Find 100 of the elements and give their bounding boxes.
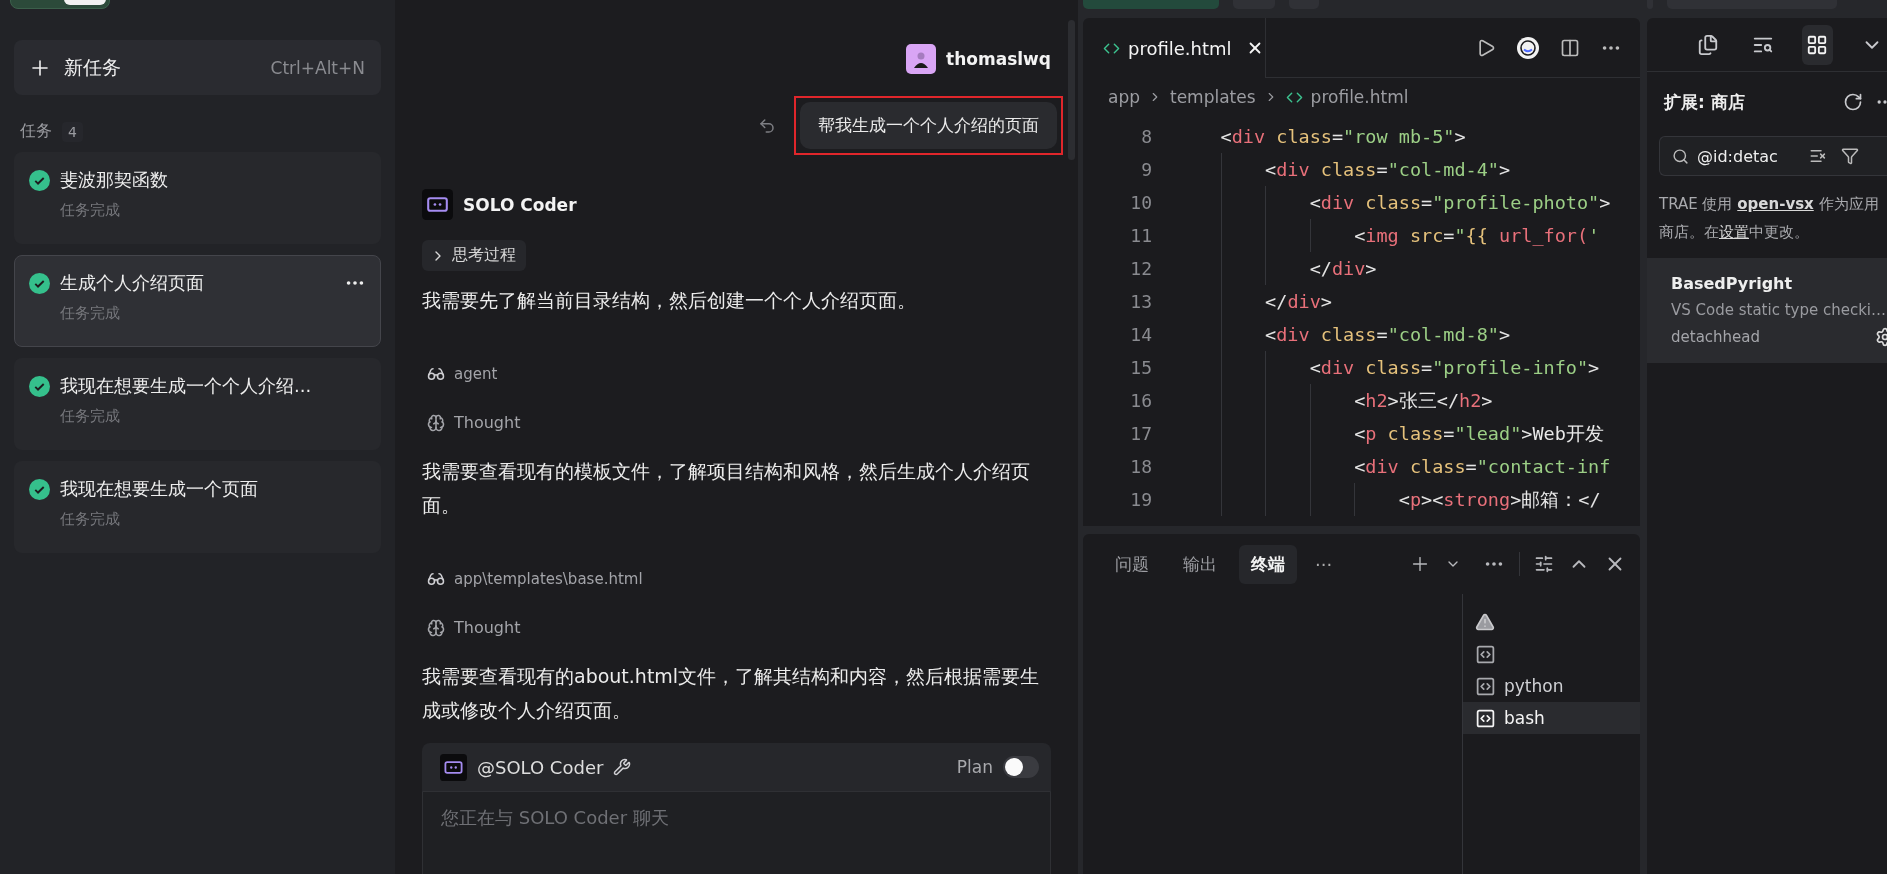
extension-description: VS Code static type checki…: [1671, 301, 1887, 319]
line-number: 16: [1129, 390, 1152, 411]
run-icon[interactable]: [1476, 37, 1496, 58]
thought-label: Thought: [454, 618, 521, 637]
task-title: 斐波那契函数: [60, 168, 168, 192]
code-line: <img src="{{ url_for(': [1354, 225, 1600, 246]
panel-title: 扩展: 商店: [1664, 90, 1745, 114]
agent-mention: @SOLO Coder: [477, 756, 604, 778]
line-number: 8: [1140, 126, 1152, 147]
check-icon: [29, 478, 50, 500]
plan-label: Plan: [956, 757, 993, 777]
notice-link[interactable]: 设置: [1719, 223, 1749, 241]
code-icon: [1475, 643, 1496, 665]
extension-name: BasedPyright: [1671, 274, 1794, 293]
code-line: </div>: [1265, 291, 1332, 312]
user-message: 帮我生成一个个人介绍的页面: [800, 102, 1057, 149]
refresh-icon[interactable]: [1843, 92, 1863, 112]
message-text: 我需要查看现有的about.html文件，了解其结构和内容，然后根据需要生成或修改个人介绍页面。: [422, 664, 1041, 723]
code-icon: [1475, 675, 1496, 697]
tool-label: agent: [454, 365, 498, 383]
overflow-button[interactable]: ···: [1307, 549, 1341, 579]
monitor-icon: [422, 189, 453, 220]
task-status: 任务完成: [59, 201, 121, 220]
line-number: 18: [1129, 456, 1152, 477]
task-title: 我现在想要生成一个页面: [60, 477, 258, 501]
code-icon: [1475, 707, 1496, 729]
terminal-item[interactable]: bash: [1463, 702, 1640, 734]
smile-icon[interactable]: [1516, 35, 1540, 60]
plan-switch[interactable]: [1003, 756, 1039, 778]
line-number: 17: [1129, 423, 1152, 444]
task-title: 生成个人介绍页面: [60, 271, 204, 295]
task-status: 任务完成: [59, 304, 121, 323]
line-number: 12: [1129, 258, 1152, 279]
message-text: 我需要查看现有的模板文件，了解项目结构和风格，然后生成个人介绍页面。: [422, 459, 1031, 518]
line-number: 14: [1129, 324, 1152, 345]
code-line: <p class="lead">Web开发: [1354, 422, 1604, 446]
warning-icon: [1475, 612, 1495, 632]
split-icon[interactable]: [1560, 37, 1580, 58]
extension-publisher: detachhead: [1671, 328, 1761, 346]
task-status: 任务完成: [59, 510, 121, 529]
user-name: thomaslwq: [946, 49, 1051, 69]
section-title: 任务: [20, 121, 52, 142]
wrench-icon[interactable]: [613, 758, 632, 776]
code-line: <div class="col-md-8">: [1265, 324, 1511, 345]
monitor-icon: [440, 753, 467, 781]
code-line: <div class="profile-photo">: [1309, 192, 1611, 213]
filter-icon[interactable]: [1841, 147, 1859, 165]
line-number: 9: [1140, 159, 1152, 180]
code-line: <h2>张三</h2>: [1354, 389, 1493, 413]
task-card[interactable]: 我现在想要生成一个个人介绍... 任务完成: [14, 358, 381, 450]
shortcut-hint: Ctrl+Alt+N: [270, 57, 365, 78]
thinking-toggle[interactable]: 思考过程: [422, 240, 526, 271]
search-bar[interactable]: @id:detac: [1659, 136, 1887, 176]
file-tab[interactable]: profile.html: [1083, 18, 1266, 78]
panel-tab[interactable]: 终端: [1239, 544, 1297, 584]
line-number: 13: [1129, 291, 1152, 312]
code-line: <div class="row mb-5">: [1220, 126, 1466, 147]
glasses-icon: [427, 570, 445, 588]
glasses-icon: [427, 365, 445, 383]
task-status: 任务完成: [59, 407, 121, 426]
brain-icon: [427, 618, 445, 637]
panel-tab[interactable]: 问题: [1103, 544, 1161, 584]
panel-tab[interactable]: 输出: [1171, 544, 1229, 584]
grid-icon[interactable]: [1802, 24, 1833, 65]
user-avatar: [906, 44, 937, 74]
check-icon: [29, 169, 50, 191]
search-icon: [1672, 147, 1689, 165]
thought-label: Thought: [454, 413, 521, 432]
code-line: <p><strong>邮箱：</: [1398, 488, 1601, 512]
terminal-item[interactable]: python: [1463, 670, 1640, 702]
extension-item[interactable]: BasedPyright VS Code static type checki… detachhead: [1647, 258, 1887, 363]
message-input[interactable]: 您正在与 SOLO Coder 聊天: [422, 791, 1051, 874]
brain-icon: [427, 413, 445, 432]
undo-icon[interactable]: [758, 116, 776, 135]
breadcrumb-item[interactable]: templates: [1170, 87, 1256, 107]
breadcrumb-item[interactable]: profile.html: [1310, 87, 1409, 107]
task-title: 我现在想要生成一个个人介绍...: [60, 374, 312, 398]
check-icon: [29, 375, 50, 397]
tab-label: profile.html: [1128, 37, 1232, 59]
settings-icon[interactable]: [1534, 554, 1554, 574]
check-icon: [29, 272, 50, 294]
code-line: <div class="col-md-4">: [1265, 159, 1511, 180]
clear-icon[interactable]: [1809, 147, 1827, 165]
agent-name: SOLO Coder: [463, 194, 577, 215]
tool-label: app\templates\base.html: [454, 570, 643, 588]
notice-link[interactable]: open-vsx: [1737, 195, 1814, 213]
task-card[interactable]: 我现在想要生成一个页面 任务完成: [14, 461, 381, 553]
task-card[interactable]: 生成个人介绍页面 任务完成: [14, 255, 381, 347]
task-count: 4: [62, 121, 83, 142]
code-line: <div class="profile-info">: [1309, 357, 1600, 378]
message-text: 我需要先了解当前目录结构，然后创建一个个人介绍页面。: [422, 288, 917, 313]
breadcrumb-item[interactable]: app: [1108, 87, 1140, 107]
new-task-button[interactable]: 新任务 Ctrl+Alt+N: [14, 40, 381, 95]
store-notice: TRAE 使用 open-vsx 作为应用商店。在设置中更改。: [1659, 194, 1880, 243]
line-number: 19: [1129, 489, 1152, 510]
task-card[interactable]: 斐波那契函数 任务完成: [14, 152, 381, 244]
code-line: <div class="contact-inf: [1354, 456, 1611, 477]
search-input[interactable]: @id:detac: [1697, 146, 1789, 166]
line-number: 15: [1129, 357, 1152, 378]
code-line: </div>: [1309, 258, 1377, 279]
